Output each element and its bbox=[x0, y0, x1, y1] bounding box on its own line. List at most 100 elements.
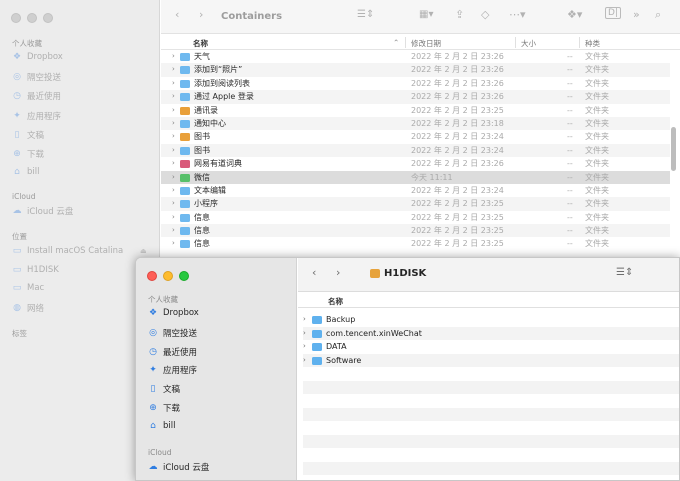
back-sidebar-item[interactable]: ✦ 应用程序 bbox=[12, 110, 61, 122]
front-zoom-button[interactable] bbox=[179, 271, 189, 281]
disclosure-chevron-icon[interactable]: › bbox=[172, 77, 175, 90]
disclosure-chevron-icon[interactable]: › bbox=[172, 104, 175, 117]
front-minimize-button[interactable] bbox=[163, 271, 173, 281]
row-name: 通过 Apple 登录 bbox=[194, 92, 254, 102]
table-row[interactable]: › 天气 2022 年 2 月 2 日 23:26 -- 文件夹 bbox=[161, 50, 670, 63]
row-date: 2022 年 2 月 2 日 23:24 bbox=[411, 132, 504, 142]
document-icon: ▯ bbox=[14, 129, 20, 140]
back-sidebar-item[interactable]: ▭ H1DISK bbox=[12, 265, 59, 275]
back-share-icon[interactable]: ⇪ bbox=[455, 8, 464, 21]
table-row[interactable]: › 微信 今天 11:11 -- 文件夹 bbox=[161, 170, 670, 184]
disclosure-chevron-icon[interactable]: › bbox=[172, 117, 175, 130]
row-name: 天气 bbox=[194, 52, 210, 61]
table-row[interactable]: › 添加到阅读列表 2022 年 2 月 2 日 23:26 -- 文件夹 bbox=[161, 77, 670, 90]
row-size: -- bbox=[567, 105, 573, 115]
back-sidebar-label: 文稿 bbox=[27, 130, 45, 141]
back-sidebar-item[interactable]: ⊕ 下载 bbox=[12, 148, 44, 160]
list-item[interactable]: › com.tencent.xinWeChat bbox=[303, 326, 679, 341]
back-header-kind[interactable]: 种类 bbox=[585, 38, 600, 49]
back-sidebar-item[interactable]: ◷ 最近使用 bbox=[12, 90, 61, 102]
row-date: 2022 年 2 月 2 日 23:25 bbox=[411, 239, 504, 249]
front-header-name[interactable]: 名称 bbox=[328, 296, 343, 307]
back-dj-app-icon[interactable]: D| bbox=[605, 7, 621, 19]
disclosure-chevron-icon[interactable]: › bbox=[172, 211, 175, 224]
back-group-icon[interactable]: ▦▾ bbox=[419, 9, 433, 20]
table-row[interactable]: › 信息 2022 年 2 月 2 日 23:25 -- 文件夹 bbox=[161, 237, 670, 250]
back-tag-icon[interactable]: ◇ bbox=[481, 8, 489, 21]
back-more-icon[interactable]: » bbox=[633, 8, 640, 21]
table-row[interactable]: › 添加到“照片” 2022 年 2 月 2 日 23:26 -- 文件夹 bbox=[161, 63, 670, 77]
table-row[interactable]: › 通知中心 2022 年 2 月 2 日 23:18 -- 文件夹 bbox=[161, 116, 670, 131]
front-sidebar-item[interactable]: ◷ 最近使用 bbox=[148, 346, 197, 358]
back-sidebar-item[interactable]: ⌂ bill bbox=[12, 167, 39, 177]
list-item[interactable]: › Backup bbox=[303, 313, 679, 327]
table-row[interactable]: › 通过 Apple 登录 2022 年 2 月 2 日 23:26 -- 文件夹 bbox=[161, 90, 670, 104]
disclosure-chevron-icon[interactable]: › bbox=[303, 354, 306, 368]
back-sidebar-item[interactable]: ◍ 网络 bbox=[12, 302, 44, 314]
back-sidebar-item[interactable]: ▭ Mac bbox=[12, 283, 44, 293]
folder-icon bbox=[180, 133, 190, 142]
clock-icon: ◷ bbox=[13, 91, 21, 102]
front-sidebar-item[interactable]: ⊕ 下载 bbox=[148, 402, 180, 414]
front-sidebar-item[interactable]: ▯ 文稿 bbox=[148, 383, 181, 396]
back-header-size[interactable]: 大小 bbox=[521, 38, 536, 49]
back-header-name[interactable]: 名称 bbox=[193, 38, 208, 49]
disclosure-chevron-icon[interactable]: › bbox=[303, 327, 306, 341]
front-sidebar-item[interactable]: ✦ 应用程序 bbox=[148, 364, 197, 376]
front-sidebar-label: 文稿 bbox=[163, 385, 181, 396]
disclosure-chevron-icon[interactable]: › bbox=[172, 130, 175, 143]
front-title-text: H1DISK bbox=[384, 268, 427, 279]
list-item[interactable]: › DATA bbox=[303, 340, 679, 354]
back-list-view-icon[interactable]: ☰⇕ bbox=[357, 9, 374, 20]
disclosure-chevron-icon[interactable]: › bbox=[172, 237, 175, 250]
back-zoom-button[interactable] bbox=[43, 13, 53, 23]
disclosure-chevron-icon[interactable]: › bbox=[303, 313, 306, 327]
front-sidebar-item[interactable]: ⌂ bill bbox=[148, 421, 175, 431]
disclosure-chevron-icon[interactable]: › bbox=[172, 63, 175, 76]
back-sidebar-item[interactable]: ◎ 隔空投送 bbox=[12, 71, 61, 83]
disclosure-chevron-icon[interactable]: › bbox=[172, 184, 175, 197]
back-search-icon[interactable]: ⌕ bbox=[655, 8, 661, 22]
back-dropbox-icon[interactable]: ❖▾ bbox=[567, 8, 582, 21]
table-row[interactable]: › 文本编辑 2022 年 2 月 2 日 23:24 -- 文件夹 bbox=[161, 184, 670, 197]
disclosure-chevron-icon[interactable]: › bbox=[303, 340, 306, 354]
back-sidebar-item[interactable]: ▭ Install macOS Catalina ⏏ bbox=[12, 246, 147, 256]
front-sidebar-item[interactable]: ◎ 隔空投送 bbox=[148, 327, 197, 339]
back-action-icon[interactable]: ⋯▾ bbox=[509, 8, 526, 21]
back-nav-forward-icon[interactable]: › bbox=[199, 8, 203, 21]
table-row[interactable]: › 网易有道词典 2022 年 2 月 2 日 23:26 -- 文件夹 bbox=[161, 157, 670, 170]
disclosure-chevron-icon[interactable]: › bbox=[172, 171, 175, 184]
disclosure-chevron-icon[interactable]: › bbox=[172, 224, 175, 237]
disclosure-chevron-icon[interactable]: › bbox=[172, 90, 175, 103]
disclosure-chevron-icon[interactable]: › bbox=[172, 144, 175, 157]
back-scrollbar[interactable] bbox=[671, 127, 676, 171]
back-minimize-button[interactable] bbox=[27, 13, 37, 23]
empty-row bbox=[303, 380, 679, 394]
front-nav-forward-icon[interactable]: › bbox=[336, 266, 340, 279]
eject-icon[interactable]: ⏏ bbox=[140, 247, 147, 255]
back-header-divider bbox=[515, 37, 516, 48]
table-row[interactable]: › 小程序 2022 年 2 月 2 日 23:25 -- 文件夹 bbox=[161, 197, 670, 211]
disclosure-chevron-icon[interactable]: › bbox=[172, 50, 175, 63]
back-nav-back-icon[interactable]: ‹ bbox=[175, 8, 179, 21]
back-sidebar-item[interactable]: ☁ iCloud 云盘 bbox=[12, 205, 74, 217]
disclosure-chevron-icon[interactable]: › bbox=[172, 157, 175, 170]
front-sidebar-item[interactable]: ☁ iCloud 云盘 bbox=[148, 461, 210, 473]
table-row[interactable]: › 图书 2022 年 2 月 2 日 23:24 -- 文件夹 bbox=[161, 143, 670, 158]
disclosure-chevron-icon[interactable]: › bbox=[172, 197, 175, 210]
back-sidebar-item[interactable]: ▯ 文稿 bbox=[12, 129, 45, 141]
list-item[interactable]: › Software bbox=[303, 353, 679, 368]
row-name: 通讯录 bbox=[194, 105, 218, 115]
front-close-button[interactable] bbox=[147, 271, 157, 281]
front-nav-back-icon[interactable]: ‹ bbox=[312, 266, 316, 279]
table-row[interactable]: › 信息 2022 年 2 月 2 日 23:25 -- 文件夹 bbox=[161, 224, 670, 238]
front-list-view-icon[interactable]: ☰⇕ bbox=[616, 267, 633, 278]
back-header-date[interactable]: 修改日期 bbox=[411, 38, 441, 49]
table-row[interactable]: › 通讯录 2022 年 2 月 2 日 23:25 -- 文件夹 bbox=[161, 104, 670, 117]
table-row[interactable]: › 图书 2022 年 2 月 2 日 23:24 -- 文件夹 bbox=[161, 130, 670, 143]
table-row[interactable]: › 信息 2022 年 2 月 2 日 23:25 -- 文件夹 bbox=[161, 211, 670, 224]
back-close-button[interactable] bbox=[11, 13, 21, 23]
back-sidebar-item[interactable]: ❖ Dropbox bbox=[12, 52, 63, 62]
front-sidebar-item[interactable]: ❖ Dropbox bbox=[148, 308, 199, 318]
back-column-headers: 名称 ⌃ 修改日期 大小 种类 bbox=[161, 35, 680, 50]
